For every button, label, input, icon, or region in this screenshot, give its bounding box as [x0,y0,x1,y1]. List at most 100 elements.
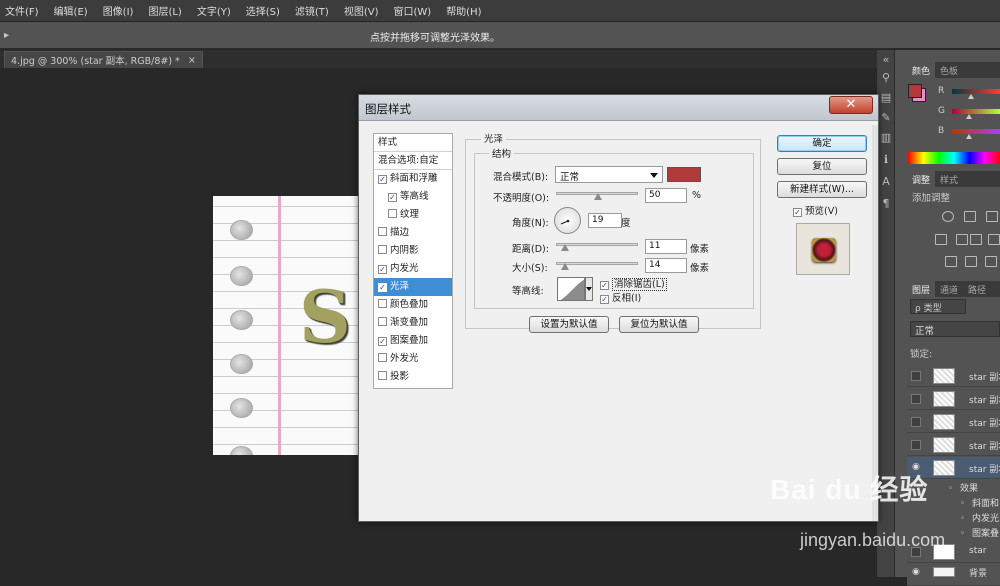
make-default-button[interactable]: 设置为默认值 [529,316,609,333]
foreground-color-swatch[interactable] [908,84,922,98]
brush-icon[interactable]: ✎ [880,112,892,124]
style-item-stroke[interactable]: 描边 [374,224,452,242]
checkbox[interactable] [378,371,387,380]
tab-layers[interactable]: 图层 [907,281,936,297]
color-spectrum[interactable] [908,152,1000,164]
layer-row[interactable]: star 副本 [907,388,1000,410]
eye-icon[interactable]: ◦ [960,499,968,509]
size-input[interactable]: 14 [645,258,687,273]
effect-row[interactable]: ◦ 内发光 [960,511,999,525]
style-item-inner-glow[interactable]: ✓ 内发光 [374,260,452,278]
layer-row[interactable]: star 副本 [907,365,1000,387]
tab-paths[interactable]: 路径 [963,281,991,297]
style-item-texture[interactable]: 纹理 [374,206,452,224]
satin-color-swatch[interactable] [667,167,701,182]
style-item-inner-shadow[interactable]: 内阴影 [374,242,452,260]
slider-knob[interactable] [561,244,569,251]
brightness-icon[interactable] [942,211,954,222]
balance-icon[interactable] [956,234,968,245]
effect-row[interactable]: ◦ 图案叠 [960,526,999,540]
style-item-color-overlay[interactable]: 颜色叠加 [374,296,452,314]
contour-dropdown[interactable] [585,277,593,301]
paragraph-icon[interactable]: ¶ [880,198,892,210]
style-list-header[interactable]: 样式 [374,134,452,152]
checkbox[interactable]: ✓ [600,295,609,304]
hue-icon[interactable] [935,234,947,245]
layer-row[interactable]: star 副本 [907,434,1000,456]
actions-icon[interactable]: ▤ [880,92,892,104]
red-slider[interactable]: R [938,86,1000,99]
checkbox[interactable]: ✓ [378,283,387,292]
document-tab[interactable]: 4.jpg @ 300% (star 副本, RGB/8#) * × [4,51,203,68]
ok-button[interactable]: 确定 [777,135,867,152]
checkbox[interactable]: ✓ [793,208,802,217]
menu-type[interactable]: 文字(Y) [196,1,232,20]
visibility-toggle[interactable] [911,440,921,450]
history-icon[interactable]: ⚲ [880,72,892,84]
new-style-button[interactable]: 新建样式(W)... [777,181,867,198]
contour-picker[interactable] [557,277,585,301]
blue-slider[interactable]: B [938,126,1000,139]
style-item-contour[interactable]: ✓ 等高线 [374,188,452,206]
character-icon[interactable]: A [880,176,892,188]
menu-image[interactable]: 图像(I) [102,1,135,20]
style-item-satin[interactable]: ✓ 光泽 [374,278,452,296]
tab-styles[interactable]: 样式 [935,171,963,187]
eye-icon[interactable]: ◉ [912,567,920,577]
opacity-input[interactable]: 50 [645,188,687,203]
layer-blend-select[interactable]: 正常 [910,321,1000,337]
info-icon[interactable]: ℹ [880,154,892,166]
angle-dial[interactable] [554,207,581,234]
tab-channels[interactable]: 通道 [935,281,963,297]
menu-edit[interactable]: 编辑(E) [53,1,89,20]
tab-adjustments[interactable]: 调整 [907,171,936,187]
style-item-outer-glow[interactable]: 外发光 [374,350,452,368]
threshold-icon[interactable] [985,256,997,267]
layer-filter-select[interactable]: ρ 类型 [910,299,966,314]
green-slider[interactable]: G [938,106,1000,119]
slider-knob[interactable] [561,263,569,270]
tab-swatches[interactable]: 色板 [935,62,963,78]
checkbox[interactable] [378,227,387,236]
menu-layer[interactable]: 图层(L) [147,1,182,20]
properties-icon[interactable]: ▥ [880,132,892,144]
preview-checkbox[interactable]: ✓ 预览(V) [793,203,838,217]
invert-icon[interactable] [945,256,957,267]
blend-mode-select[interactable]: 正常 [555,166,663,183]
eye-icon[interactable]: ◦ [948,484,956,494]
visibility-toggle[interactable] [911,371,921,381]
eye-icon[interactable]: ◦ [960,514,968,524]
menu-view[interactable]: 视图(V) [343,1,380,20]
style-item-gradient-overlay[interactable]: 渐变叠加 [374,314,452,332]
posterize-icon[interactable] [965,256,977,267]
levels-icon[interactable] [964,211,976,222]
style-item-drop-shadow[interactable]: 投影 [374,368,452,386]
angle-input[interactable]: 19 [588,213,622,228]
dialog-titlebar[interactable]: 图层样式 ✕ [359,95,878,121]
visibility-toggle[interactable] [911,394,921,404]
reset-default-button[interactable]: 复位为默认值 [619,316,699,333]
checkbox[interactable] [388,209,397,218]
checkbox[interactable]: ✓ [378,175,387,184]
curves-icon[interactable] [986,211,998,222]
reset-button[interactable]: 复位 [777,158,867,175]
bw-icon[interactable] [970,234,982,245]
visibility-toggle[interactable] [911,417,921,427]
invert-checkbox[interactable]: ✓ 反相(I) [600,290,641,304]
menu-window[interactable]: 窗口(W) [392,1,432,20]
photo-filter-icon[interactable] [988,234,1000,245]
menu-filter[interactable]: 滤镜(T) [294,1,330,20]
eye-icon[interactable]: ◦ [960,529,968,539]
blend-options-item[interactable]: 混合选项:自定 [374,152,452,170]
checkbox[interactable]: ✓ [388,193,397,202]
checkbox[interactable]: ✓ [378,337,387,346]
checkbox[interactable] [378,353,387,362]
distance-input[interactable]: 11 [645,239,687,254]
antialias-checkbox[interactable]: ✓ 消除锯齿(L) [600,276,667,291]
layer-row[interactable]: star 副本 [907,411,1000,433]
checkbox[interactable]: ✓ [378,265,387,274]
checkbox[interactable]: ✓ [600,281,609,290]
menu-help[interactable]: 帮助(H) [445,1,482,20]
close-button[interactable]: ✕ [829,96,873,114]
slider-knob[interactable] [594,193,602,200]
